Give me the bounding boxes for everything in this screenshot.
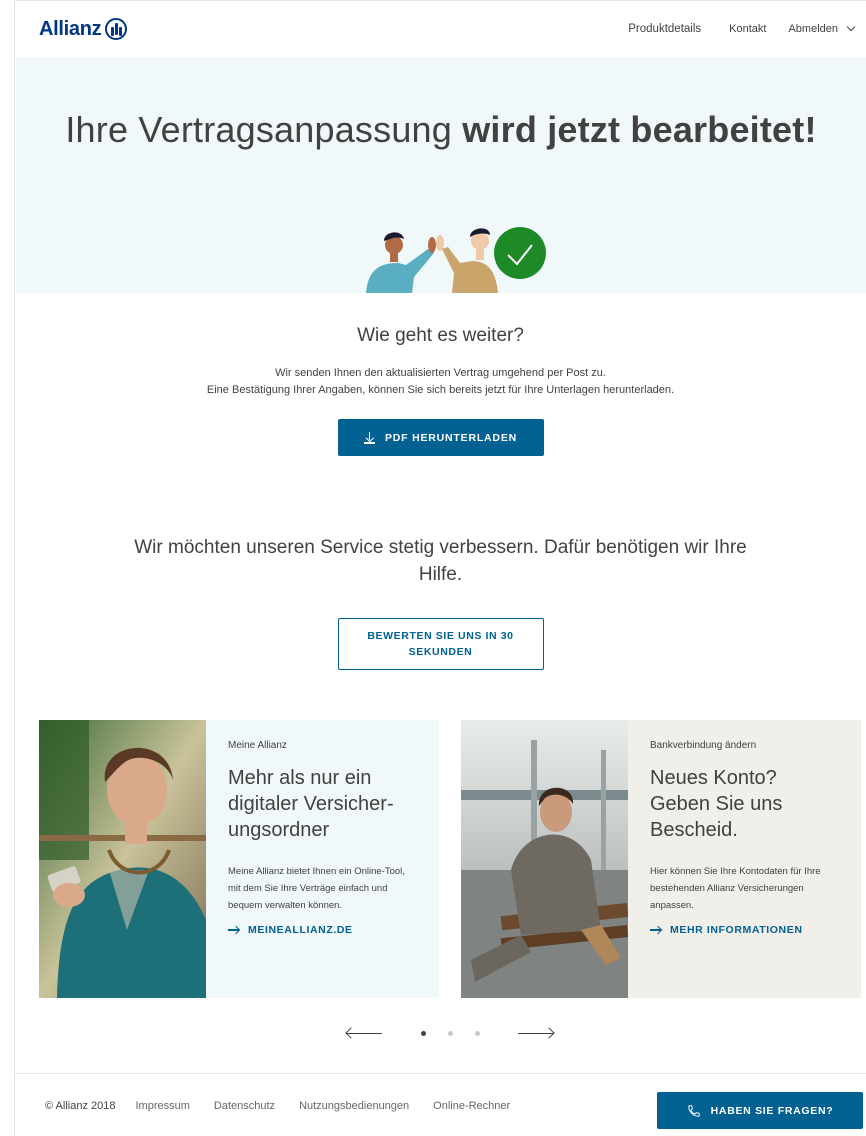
nav-logout-label: Abmelden (788, 23, 838, 35)
feedback-text: Wir möchten unseren Service stetig verbe… (134, 537, 747, 585)
footer-link-impressum[interactable]: Impressum (136, 1100, 190, 1112)
card-eyebrow: Bankverbindung ändern (650, 740, 757, 751)
rate-us-button[interactable]: BEWERTEN SIE UNS IN 30 SEKUNDEN (337, 618, 544, 670)
footer-link-nutzungsbedingungen[interactable]: Nutzungsbedienungen (299, 1100, 409, 1112)
checkmark-icon (494, 227, 546, 279)
card-text: Hier können Sie Ihre Kontodaten für Ihre… (650, 866, 821, 911)
arrow-right-icon (650, 925, 662, 935)
page-title-light: Ihre Vertragsanpassung (65, 109, 463, 150)
header: Allianz Produktdetails Kontakt Abmelden (15, 1, 866, 57)
rate-us-label: BEWERTEN SIE UNS IN 30 SEKUNDEN (367, 630, 514, 658)
nav-logout[interactable]: Abmelden (788, 22, 856, 35)
carousel-dot-2[interactable] (447, 1030, 453, 1036)
card-body-meine-allianz: Meine Allianz Mehr als nur ein digitaler… (206, 720, 439, 998)
feedback-section: Wir möchten unseren Service stetig verbe… (15, 534, 866, 670)
card-bankverbindung: Bankverbindung ändern Neues Konto? Geben… (461, 720, 861, 998)
page: Allianz Produktdetails Kontakt Abmelden … (14, 0, 866, 1136)
chevron-down-icon (846, 22, 856, 32)
footer-link-datenschutz[interactable]: Datenschutz (214, 1100, 275, 1112)
page-title-bold: wird jetzt bearbeitet! (462, 109, 817, 150)
logo-text: Allianz (39, 17, 102, 40)
mehr-informationen-link[interactable]: MEHR INFORMATIONEN (650, 924, 839, 936)
card-meine-allianz: Meine Allianz Mehr als nur ein digitaler… (39, 720, 439, 998)
footer: © Allianz 2018 Impressum Datenschutz Nut… (15, 1073, 866, 1136)
next-steps-text: Wir senden Ihnen den aktualisierten Vert… (15, 365, 866, 399)
carousel-dot-3[interactable] (474, 1030, 480, 1036)
logo-mark-icon (105, 18, 128, 40)
questions-label: HABEN SIE FRAGEN? (710, 1104, 834, 1117)
footer-links: Impressum Datenschutz Nutzungsbedienunge… (136, 1100, 511, 1112)
carousel-next-button[interactable] (517, 1025, 555, 1041)
download-icon (363, 431, 375, 444)
card-text: Meine Allianz bietet Ihnen ein Online-To… (228, 866, 405, 911)
phone-icon (687, 1104, 700, 1117)
carousel-dots (420, 1030, 480, 1036)
carousel-prev-button[interactable] (345, 1025, 383, 1041)
top-nav: Produktdetails Kontakt Abmelden (628, 22, 856, 35)
meineallianz-link[interactable]: MEINEALLIANZ.DE (228, 924, 417, 936)
card-body-bankverbindung: Bankverbindung ändern Neues Konto? Geben… (628, 720, 861, 998)
card-title: Neues Konto? Geben Sie uns Bescheid. (650, 767, 783, 841)
card-title: Mehr als nur ein digitaler Versicher-ung… (228, 767, 394, 841)
download-pdf-button[interactable]: PDF HERUNTERLADEN (337, 419, 544, 456)
teaser-cards: Meine Allianz Mehr als nur ein digitaler… (39, 720, 863, 998)
allianz-logo[interactable]: Allianz (39, 17, 128, 41)
next-steps-line-1: Wir senden Ihnen den aktualisierten Vert… (275, 367, 606, 379)
carousel-dot-1[interactable] (420, 1030, 426, 1036)
copyright: © Allianz 2018 (45, 1099, 116, 1112)
nav-contact[interactable]: Kontakt (729, 23, 766, 35)
card-link-label: MEHR INFORMATIONEN (670, 924, 803, 936)
hero-banner: Ihre Vertragsanpassung wird jetzt bearbe… (16, 57, 866, 293)
download-pdf-label: PDF HERUNTERLADEN (384, 431, 518, 444)
footer-link-online-rechner[interactable]: Online-Rechner (433, 1100, 510, 1112)
carousel-controls (345, 1021, 555, 1045)
next-steps-heading: Wie geht es weiter? (357, 325, 524, 346)
card-eyebrow: Meine Allianz (228, 740, 287, 751)
arrow-right-icon (228, 925, 240, 935)
nav-product-details[interactable]: Produktdetails (628, 23, 701, 35)
next-steps-line-2: Eine Bestätigung Ihrer Angaben, können S… (206, 384, 675, 396)
next-steps-section: Wie geht es weiter? Wir senden Ihnen den… (15, 293, 866, 456)
card-image-man-bench (461, 720, 628, 998)
high-five-illustration (366, 227, 546, 293)
card-image-woman-phone (39, 720, 206, 998)
questions-button[interactable]: HABEN SIE FRAGEN? (657, 1092, 863, 1129)
card-link-label: MEINEALLIANZ.DE (248, 924, 353, 936)
page-title: Ihre Vertragsanpassung wird jetzt bearbe… (16, 109, 866, 151)
